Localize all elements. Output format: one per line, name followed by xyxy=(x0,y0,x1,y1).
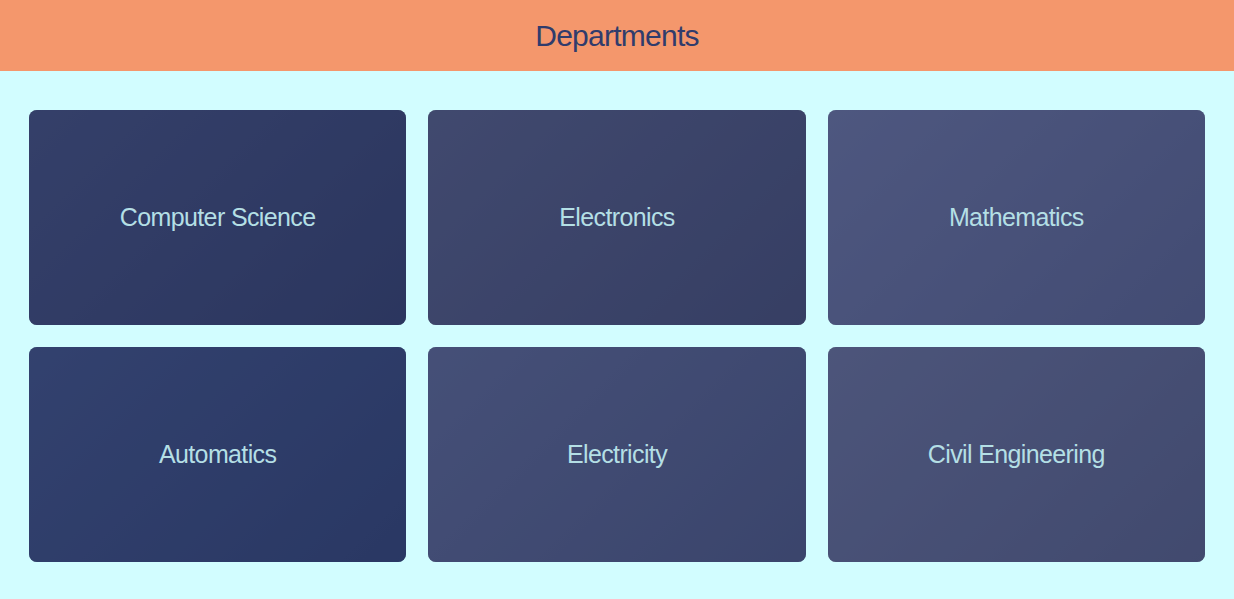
department-card[interactable]: Automatics xyxy=(29,347,406,562)
department-name: Mathematics xyxy=(933,202,1100,233)
page-title: Departments xyxy=(535,13,699,58)
departments-grid: Computer Science Electronics Mathematics Au… xyxy=(0,71,1234,599)
department-name: Civil Engineering xyxy=(912,439,1121,470)
header-bar: Departments xyxy=(0,0,1234,71)
department-name: Electronics xyxy=(543,202,690,233)
department-card[interactable]: Electronics xyxy=(428,110,805,325)
department-name: Automatics xyxy=(143,439,292,470)
department-card[interactable]: Electricity xyxy=(428,347,805,562)
department-card[interactable]: Mathematics xyxy=(828,110,1205,325)
department-card[interactable]: Computer Science xyxy=(29,110,406,325)
department-card[interactable]: Civil Engineering xyxy=(828,347,1205,562)
department-name: Electricity xyxy=(551,439,683,470)
department-name: Computer Science xyxy=(104,202,332,233)
departments-page: Departments Computer Science Electronics Ma… xyxy=(0,0,1234,599)
